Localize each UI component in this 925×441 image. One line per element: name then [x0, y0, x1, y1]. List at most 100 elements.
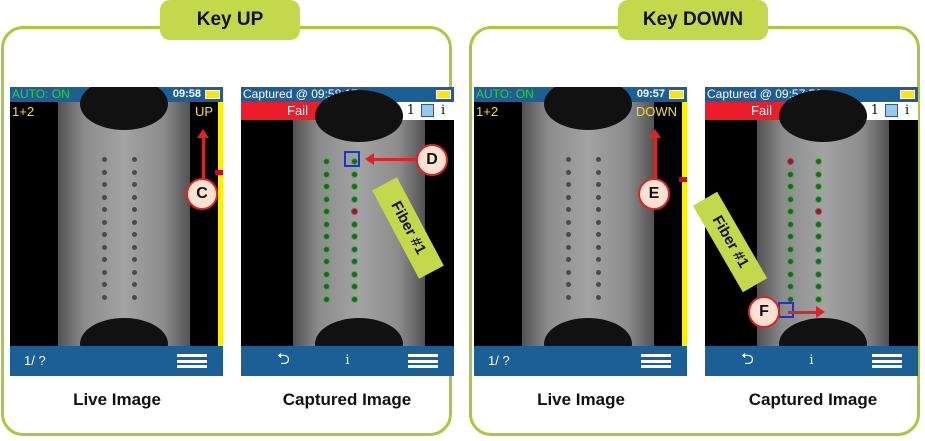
fiber-dot-pass: [787, 220, 794, 228]
fiber-dot-pass: [815, 158, 822, 165]
live-fiber-dot: [566, 269, 571, 275]
live-fiber-dot: [566, 219, 571, 225]
tab-key-down: Key DOWN: [618, 0, 768, 40]
selected-fiber-box: [778, 302, 794, 318]
key-mode-label: DOWN: [635, 104, 677, 119]
menu-icon[interactable]: [872, 354, 902, 368]
info-icon[interactable]: i: [441, 102, 445, 120]
info-icon[interactable]: i: [809, 353, 813, 368]
live-fiber-dot: [102, 182, 107, 187]
live-fiber-dot: [566, 194, 571, 200]
fiber-dot-pass: [815, 270, 822, 278]
page-indicator: 1/ ?: [488, 353, 510, 368]
fiber-dot-pass: [351, 233, 358, 240]
menu-icon[interactable]: [177, 354, 207, 368]
info-icon[interactable]: i: [905, 102, 909, 120]
fiber-dot-pass: [787, 258, 794, 265]
live-fiber-dot: [566, 244, 571, 250]
clock: 09:58: [172, 88, 201, 100]
live-fiber-dot: [566, 282, 571, 287]
live-fiber-dot: [132, 169, 137, 175]
fiber-dot-pass: [351, 170, 358, 178]
fiber-dot-pass: [787, 283, 794, 290]
arrow-d: [365, 153, 418, 165]
live-fiber-dot: [102, 194, 107, 200]
fiber-dot-pass: [815, 220, 822, 228]
caption-captured-down: Captured Image: [748, 390, 878, 409]
live-fiber-dot: [566, 182, 571, 187]
fiber-dot-pass: [787, 270, 794, 278]
caption-live-down: Live Image: [537, 390, 625, 409]
menu-icon[interactable]: [641, 354, 671, 368]
live-fiber-dot: [566, 207, 571, 212]
channel-label: 1+2: [12, 104, 35, 119]
live-fiber-dot: [132, 244, 137, 250]
fiber-dot-fail: [787, 158, 794, 165]
fiber-dot-pass: [323, 233, 330, 240]
guide-hole-top: [544, 87, 632, 130]
live-fiber-image: [522, 87, 654, 370]
caption-captured-up: Captured Image: [282, 390, 412, 409]
position-marker: [215, 170, 223, 175]
live-fiber-dot: [132, 194, 137, 200]
live-fiber-dot: [102, 294, 107, 300]
live-fiber-dot: [566, 232, 571, 237]
live-fiber-dot: [596, 282, 601, 287]
back-icon[interactable]: ⮌: [741, 352, 754, 368]
grid-icon[interactable]: [885, 104, 898, 117]
live-fiber-dot: [596, 294, 601, 300]
bottom-bar: 1/ ?: [10, 346, 223, 376]
fiber-dot-pass: [787, 183, 794, 190]
fiber-dot-pass: [323, 258, 330, 265]
key-mode-label: UP: [194, 104, 213, 119]
fiber-dot-pass: [815, 245, 822, 253]
battery-icon: [900, 90, 915, 99]
guide-hole-top: [315, 90, 403, 142]
live-fiber-dot: [132, 257, 137, 262]
auto-status: AUTO: ON: [476, 87, 534, 101]
battery-icon: [436, 90, 451, 99]
callout-f: F: [748, 296, 780, 328]
live-fiber-dot: [566, 257, 571, 262]
callout-e: E: [638, 178, 670, 210]
fiber-dot-pass: [351, 283, 358, 290]
live-fiber-dot: [596, 157, 601, 162]
live-fiber-dot: [596, 169, 601, 175]
selected-fiber-box: [344, 151, 360, 167]
bottom-bar: ⮌ i: [705, 346, 918, 376]
fiber-dot-pass: [351, 195, 358, 203]
battery-icon: [205, 90, 220, 99]
fiber-dot-pass: [323, 245, 330, 253]
channel-label: 1+2: [476, 104, 499, 119]
grid-icon[interactable]: [421, 104, 434, 117]
live-fiber-dot: [596, 207, 601, 212]
fiber-dot-pass: [323, 170, 330, 178]
fiber-dot-fail: [351, 208, 358, 215]
live-fiber-dot: [102, 257, 107, 262]
arrow-c: [197, 129, 209, 180]
live-fiber-dot: [102, 207, 107, 212]
fiber-dot-pass: [815, 283, 822, 290]
arrow-e: [649, 129, 661, 180]
fiber-dot-pass: [815, 233, 822, 240]
fiber-dot-pass: [323, 220, 330, 228]
live-fiber-dot: [132, 219, 137, 225]
live-fiber-dot: [132, 207, 137, 212]
fiber-dot-pass: [815, 183, 822, 190]
live-fiber-dot: [596, 182, 601, 187]
position-marker: [679, 177, 687, 182]
fiber-dot-pass: [787, 170, 794, 178]
caption-live-up: Live Image: [73, 390, 161, 409]
bottom-bar: ⮌ i: [241, 346, 454, 376]
fiber-dot-fail: [815, 208, 822, 215]
back-icon[interactable]: ⮌: [277, 352, 290, 368]
live-fiber-dot: [566, 169, 571, 175]
position-indicator: [682, 102, 687, 346]
position-indicator: [218, 102, 223, 346]
info-icon[interactable]: i: [345, 353, 349, 368]
live-fiber-dot: [132, 269, 137, 275]
fiber-dot-pass: [351, 295, 358, 303]
menu-icon[interactable]: [408, 354, 438, 368]
fiber-dot-pass: [351, 270, 358, 278]
guide-hole-top: [80, 87, 168, 130]
